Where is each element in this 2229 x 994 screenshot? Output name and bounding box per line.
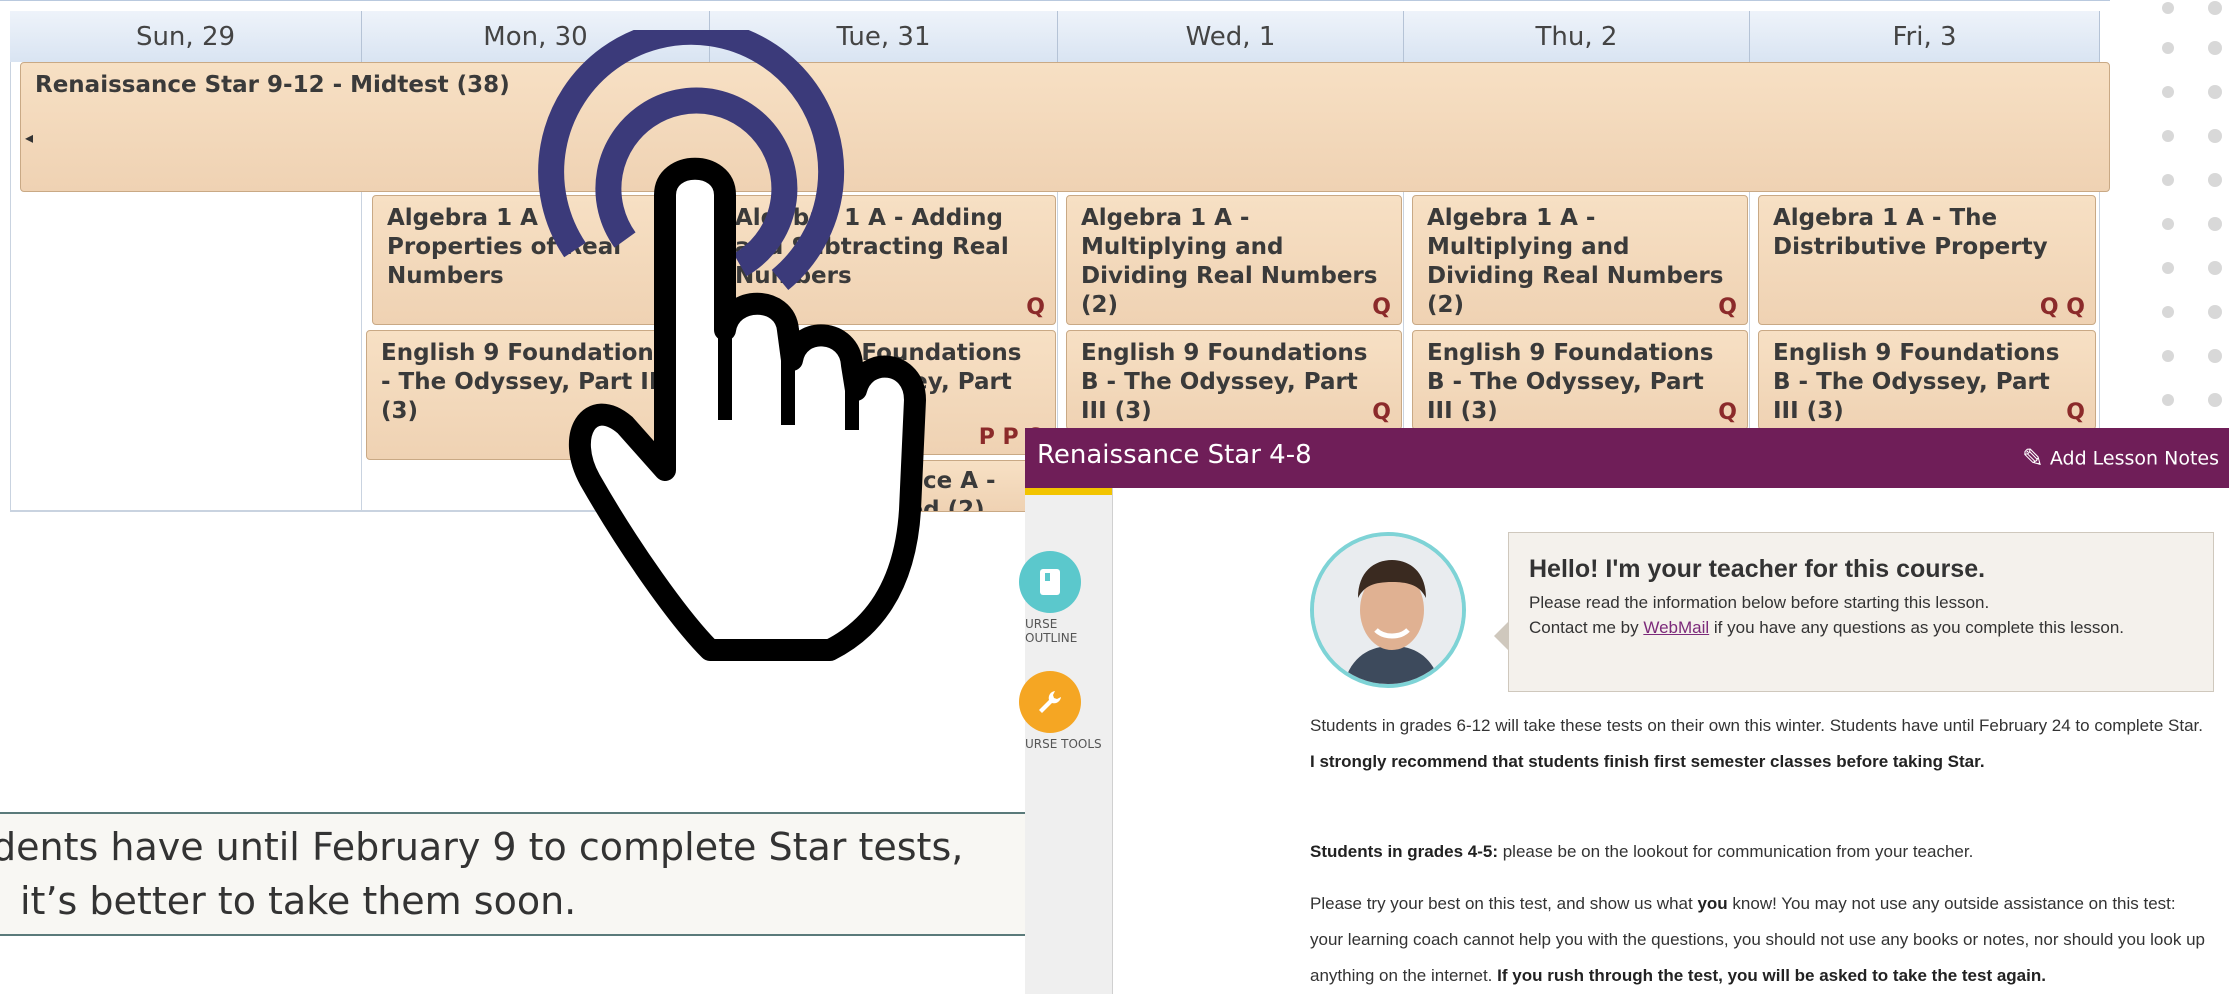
day-header-wed[interactable]: Wed, 1 bbox=[1058, 11, 1404, 63]
day-header-sun[interactable]: Sun, 29 bbox=[10, 11, 362, 63]
decorative-dots bbox=[2162, 1, 2222, 407]
event-title: Renaissance Star 9-12 - Midtest (38) bbox=[35, 72, 510, 98]
teacher-line-2: Contact me by WebMail if you have any qu… bbox=[1529, 617, 2193, 638]
calendar-event[interactable]: English 9 Foundations B - The Odyssey, P… bbox=[1758, 330, 2096, 430]
book-icon[interactable] bbox=[1019, 551, 1081, 613]
para3-you: you bbox=[1697, 894, 1728, 913]
event-icons: Q bbox=[1372, 400, 1391, 425]
bubble-tail bbox=[1494, 622, 1508, 650]
scroll-left-icon[interactable]: ◂ bbox=[25, 123, 33, 152]
teacher-avatar bbox=[1310, 532, 1466, 688]
para3-text-a: Please try your best on this test, and s… bbox=[1310, 894, 1693, 913]
event-title: English 9 Foundations B - The Odyssey, P… bbox=[1081, 340, 1368, 424]
event-icons: Q bbox=[2066, 400, 2085, 425]
calendar-header: Sun, 29 Mon, 30 Tue, 31 Wed, 1 Thu, 2 Fr… bbox=[0, 0, 2110, 63]
all-day-event[interactable]: Renaissance Star 9-12 - Midtest (38) ◂ bbox=[20, 62, 2110, 192]
paragraph-grades-6-12: Students in grades 6-12 will take these … bbox=[1310, 708, 2210, 780]
event-icons: Q Q bbox=[2039, 295, 2085, 320]
event-title: English 9 Foundations B - The Odyssey, P… bbox=[1773, 340, 2060, 424]
event-icons: Q bbox=[1372, 295, 1391, 320]
para1-text: Students in grades 6-12 will take these … bbox=[1310, 716, 2203, 735]
day-header-thu[interactable]: Thu, 2 bbox=[1404, 11, 1750, 63]
course-title-bar: Renaissance Star 4-8 ✎ Add Lesson Notes bbox=[1025, 428, 2229, 488]
webmail-link[interactable]: WebMail bbox=[1643, 618, 1709, 637]
event-title: Algebra 1 A - Multiplying and Dividing R… bbox=[1427, 205, 1724, 318]
course-tools-label[interactable]: URSE TOOLS bbox=[1025, 737, 1102, 751]
event-title: English 9 Foundations B - The Odyssey, P… bbox=[1427, 340, 1714, 424]
course-title: Renaissance Star 4-8 bbox=[1037, 440, 1312, 470]
event-title: Algebra 1 A - Multiplying and Dividing R… bbox=[1081, 205, 1378, 318]
teacher-bubble: Hello! I'm your teacher for this course.… bbox=[1508, 532, 2214, 692]
calendar-event[interactable]: English 9 Foundations B - The Odyssey, P… bbox=[1066, 330, 1402, 430]
teacher-line-1: Please read the information below before… bbox=[1529, 593, 1990, 612]
teacher-contact-text-end: if you have any questions as you complet… bbox=[1713, 618, 2125, 637]
para2-text: please be on the lookout for communicati… bbox=[1502, 842, 1974, 861]
pointing-hand-icon bbox=[538, 30, 926, 661]
event-icons: Q bbox=[1718, 400, 1737, 425]
teacher-heading: Hello! I'm your teacher for this course. bbox=[1529, 555, 1986, 583]
wrench-icon[interactable] bbox=[1019, 671, 1081, 733]
add-lesson-notes-label: Add Lesson Notes bbox=[2049, 447, 2219, 470]
para2-bold: Students in grades 4-5: bbox=[1310, 842, 1498, 861]
course-outline-label[interactable]: URSE OUTLINE bbox=[1025, 617, 1112, 645]
para3-bold: If you rush through the test, you will b… bbox=[1497, 966, 2046, 985]
event-icons: Q bbox=[1026, 295, 1045, 320]
calendar-event[interactable]: Algebra 1 A - The Distributive Property … bbox=[1758, 195, 2096, 325]
event-icons: Q bbox=[1718, 295, 1737, 320]
event-title: Algebra 1 A - The Distributive Property bbox=[1773, 205, 2048, 260]
paragraph-grades-4-5: Students in grades 4-5: please be on the… bbox=[1310, 834, 2210, 870]
calendar-event[interactable]: Algebra 1 A - Multiplying and Dividing R… bbox=[1066, 195, 1402, 325]
course-sidebar: URSE OUTLINE URSE TOOLS bbox=[1019, 495, 1112, 994]
para1-bold: I strongly recommend that students finis… bbox=[1310, 752, 1985, 771]
paragraph-test-rules: Please try your best on this test, and s… bbox=[1310, 886, 2210, 994]
calendar-event[interactable]: Algebra 1 A - Multiplying and Dividing R… bbox=[1412, 195, 1748, 325]
teacher-contact-text: Contact me by bbox=[1529, 618, 1639, 637]
calendar-event[interactable]: English 9 Foundations B - The Odyssey, P… bbox=[1412, 330, 1748, 430]
pencil-icon: ✎ bbox=[2022, 444, 2044, 474]
day-header-fri[interactable]: Fri, 3 bbox=[1750, 11, 2100, 63]
add-lesson-notes-button[interactable]: ✎ Add Lesson Notes bbox=[2022, 444, 2219, 474]
